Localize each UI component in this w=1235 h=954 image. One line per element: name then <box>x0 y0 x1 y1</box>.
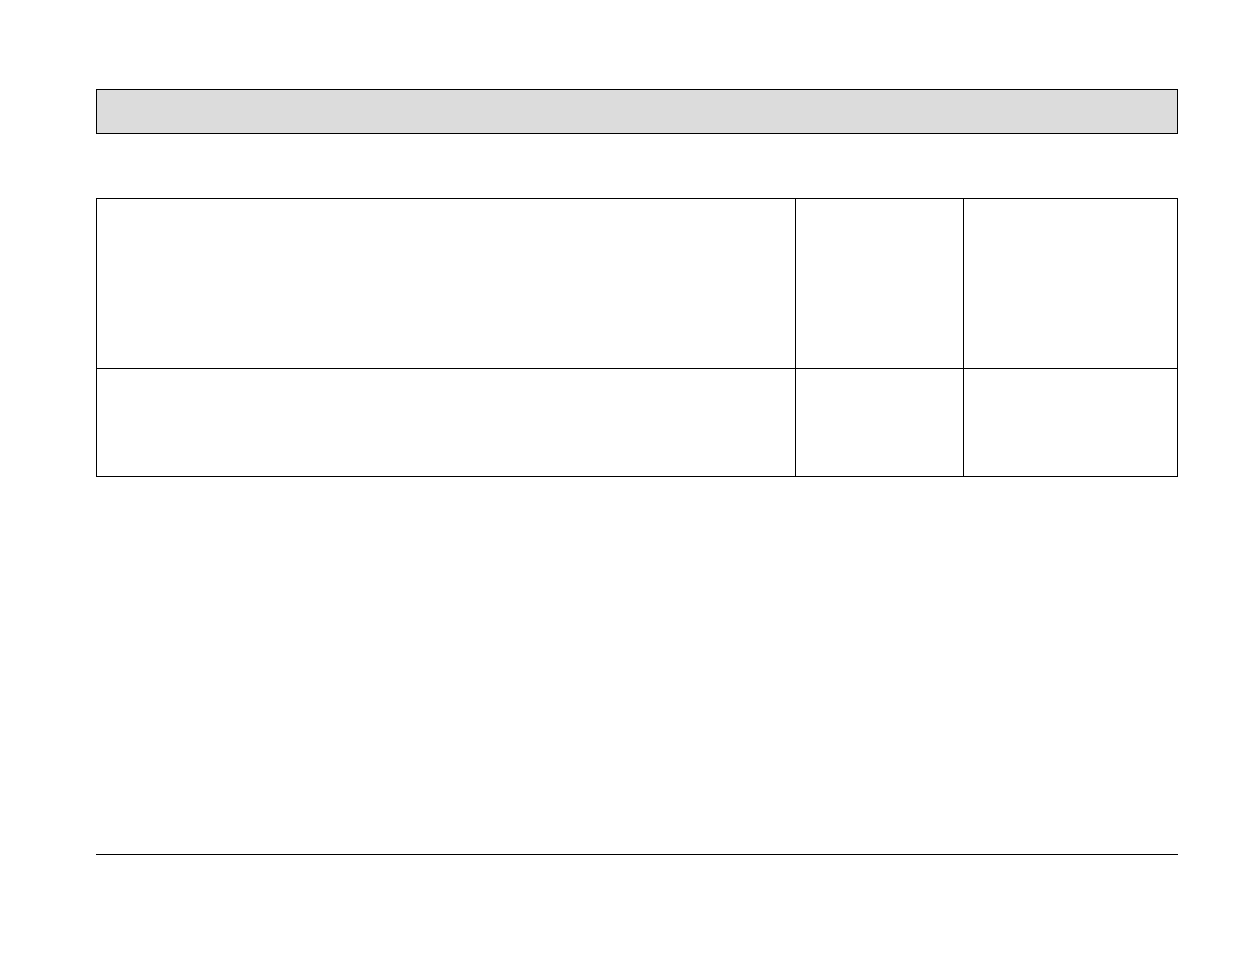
table-cell <box>796 369 964 477</box>
table-row <box>97 369 1178 477</box>
main-table <box>96 198 1178 477</box>
table-cell <box>97 369 796 477</box>
table-cell <box>97 199 796 369</box>
table-row <box>97 199 1178 369</box>
footer-rule <box>96 854 1178 855</box>
table-cell <box>964 199 1178 369</box>
header-bar <box>96 89 1178 134</box>
table-cell <box>964 369 1178 477</box>
table-cell <box>796 199 964 369</box>
